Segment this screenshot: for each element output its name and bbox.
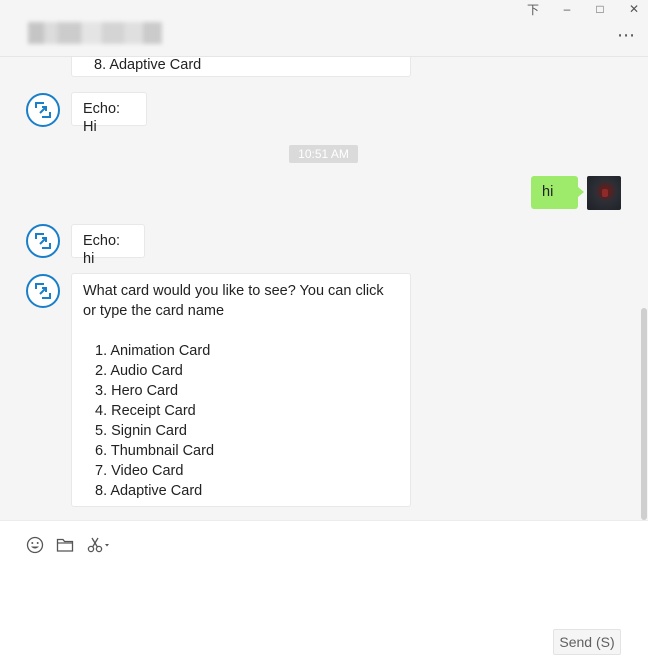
message-timestamp: 10:51 AM	[289, 145, 358, 163]
minimize-button[interactable]: –	[554, 0, 580, 18]
message-list[interactable]: 8. Adaptive Card Echo: Hi Echo: hi What …	[0, 57, 648, 520]
bot-logo-icon	[35, 283, 51, 299]
pin-button[interactable]: 下	[520, 0, 546, 18]
card-option[interactable]: 1. Animation Card	[95, 341, 399, 361]
scrollbar-thumb[interactable]	[641, 308, 647, 520]
chat-header: 下 – □ ✕ ⋯	[0, 0, 648, 57]
composer-area	[0, 520, 648, 663]
file-button[interactable]	[54, 535, 76, 555]
emoji-icon	[26, 536, 44, 554]
scissors-icon	[87, 537, 109, 553]
card-option[interactable]: 2. Audio Card	[95, 361, 399, 381]
folder-icon	[56, 538, 74, 552]
emoji-button[interactable]	[24, 535, 46, 555]
card-options-list: 1. Animation Card 2. Audio Card 3. Hero …	[83, 341, 399, 501]
message-input[interactable]	[20, 565, 632, 649]
screenshot-button[interactable]	[86, 535, 112, 555]
card-option[interactable]: 8. Adaptive Card	[95, 481, 399, 501]
card-prompt-line: or type the card name	[83, 303, 225, 319]
card-option[interactable]: 6. Thumbnail Card	[95, 441, 399, 461]
maximize-button[interactable]: □	[587, 0, 613, 18]
message-text: Echo: hi	[83, 233, 121, 267]
message-text: hi	[542, 184, 554, 200]
send-button[interactable]: Send (S)	[553, 629, 621, 655]
bot-message-bubble: Echo: Hi	[71, 92, 147, 135]
card-prompt-line: What card would you like to see? You can…	[83, 283, 384, 299]
card-option[interactable]: 3. Hero Card	[95, 381, 399, 401]
bot-avatar[interactable]	[26, 224, 60, 258]
bot-logo-icon	[35, 233, 51, 249]
prev-card-bubble: 8. Adaptive Card	[71, 57, 411, 77]
user-message-bubble: hi	[531, 176, 584, 209]
contact-name-blurred	[28, 22, 162, 44]
card-option[interactable]: 5. Signin Card	[95, 421, 399, 441]
bot-message-bubble: Echo: hi	[71, 224, 145, 267]
close-button[interactable]: ✕	[621, 0, 647, 18]
card-menu-bubble: What card would you like to see? You can…	[71, 273, 411, 507]
prev-card-last-item: 8. Adaptive Card	[94, 57, 202, 73]
message-text: Echo: Hi	[83, 101, 121, 135]
user-avatar[interactable]	[587, 176, 621, 210]
bot-avatar[interactable]	[26, 274, 60, 308]
bot-logo-icon	[35, 102, 51, 118]
bot-avatar[interactable]	[26, 93, 60, 127]
more-options-button[interactable]: ⋯	[617, 26, 636, 44]
card-option[interactable]: 4. Receipt Card	[95, 401, 399, 421]
card-option[interactable]: 7. Video Card	[95, 461, 399, 481]
